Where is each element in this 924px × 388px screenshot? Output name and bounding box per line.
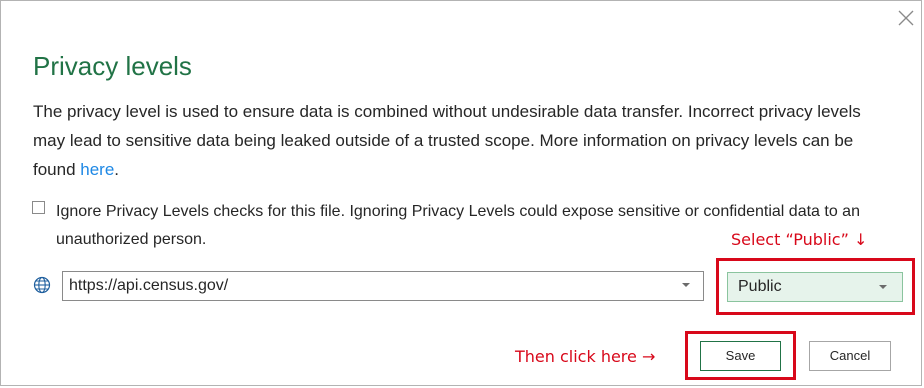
annotation-select-public: Select “Public” ↓ bbox=[731, 230, 868, 249]
dialog-title: Privacy levels bbox=[33, 51, 192, 81]
description-end: . bbox=[114, 160, 120, 179]
privacy-info-link[interactable]: here bbox=[80, 160, 114, 179]
privacy-levels-dialog: Privacy levels The privacy level is used… bbox=[0, 0, 922, 386]
data-source-url: https://api.census.gov/ bbox=[69, 277, 229, 294]
cancel-button[interactable]: Cancel bbox=[809, 341, 891, 371]
dialog-description: The privacy level is used to ensure data… bbox=[33, 97, 893, 184]
annotation-then-click: Then click here → bbox=[515, 347, 656, 366]
highlight-privacy-level bbox=[716, 258, 915, 315]
globe-icon bbox=[33, 276, 51, 294]
close-icon[interactable] bbox=[895, 7, 917, 29]
highlight-save-button bbox=[685, 331, 796, 380]
data-source-url-dropdown[interactable]: https://api.census.gov/ bbox=[62, 271, 704, 301]
chevron-down-icon bbox=[682, 283, 690, 287]
ignore-privacy-checkbox[interactable] bbox=[32, 201, 45, 214]
description-text: The privacy level is used to ensure data… bbox=[33, 102, 861, 179]
